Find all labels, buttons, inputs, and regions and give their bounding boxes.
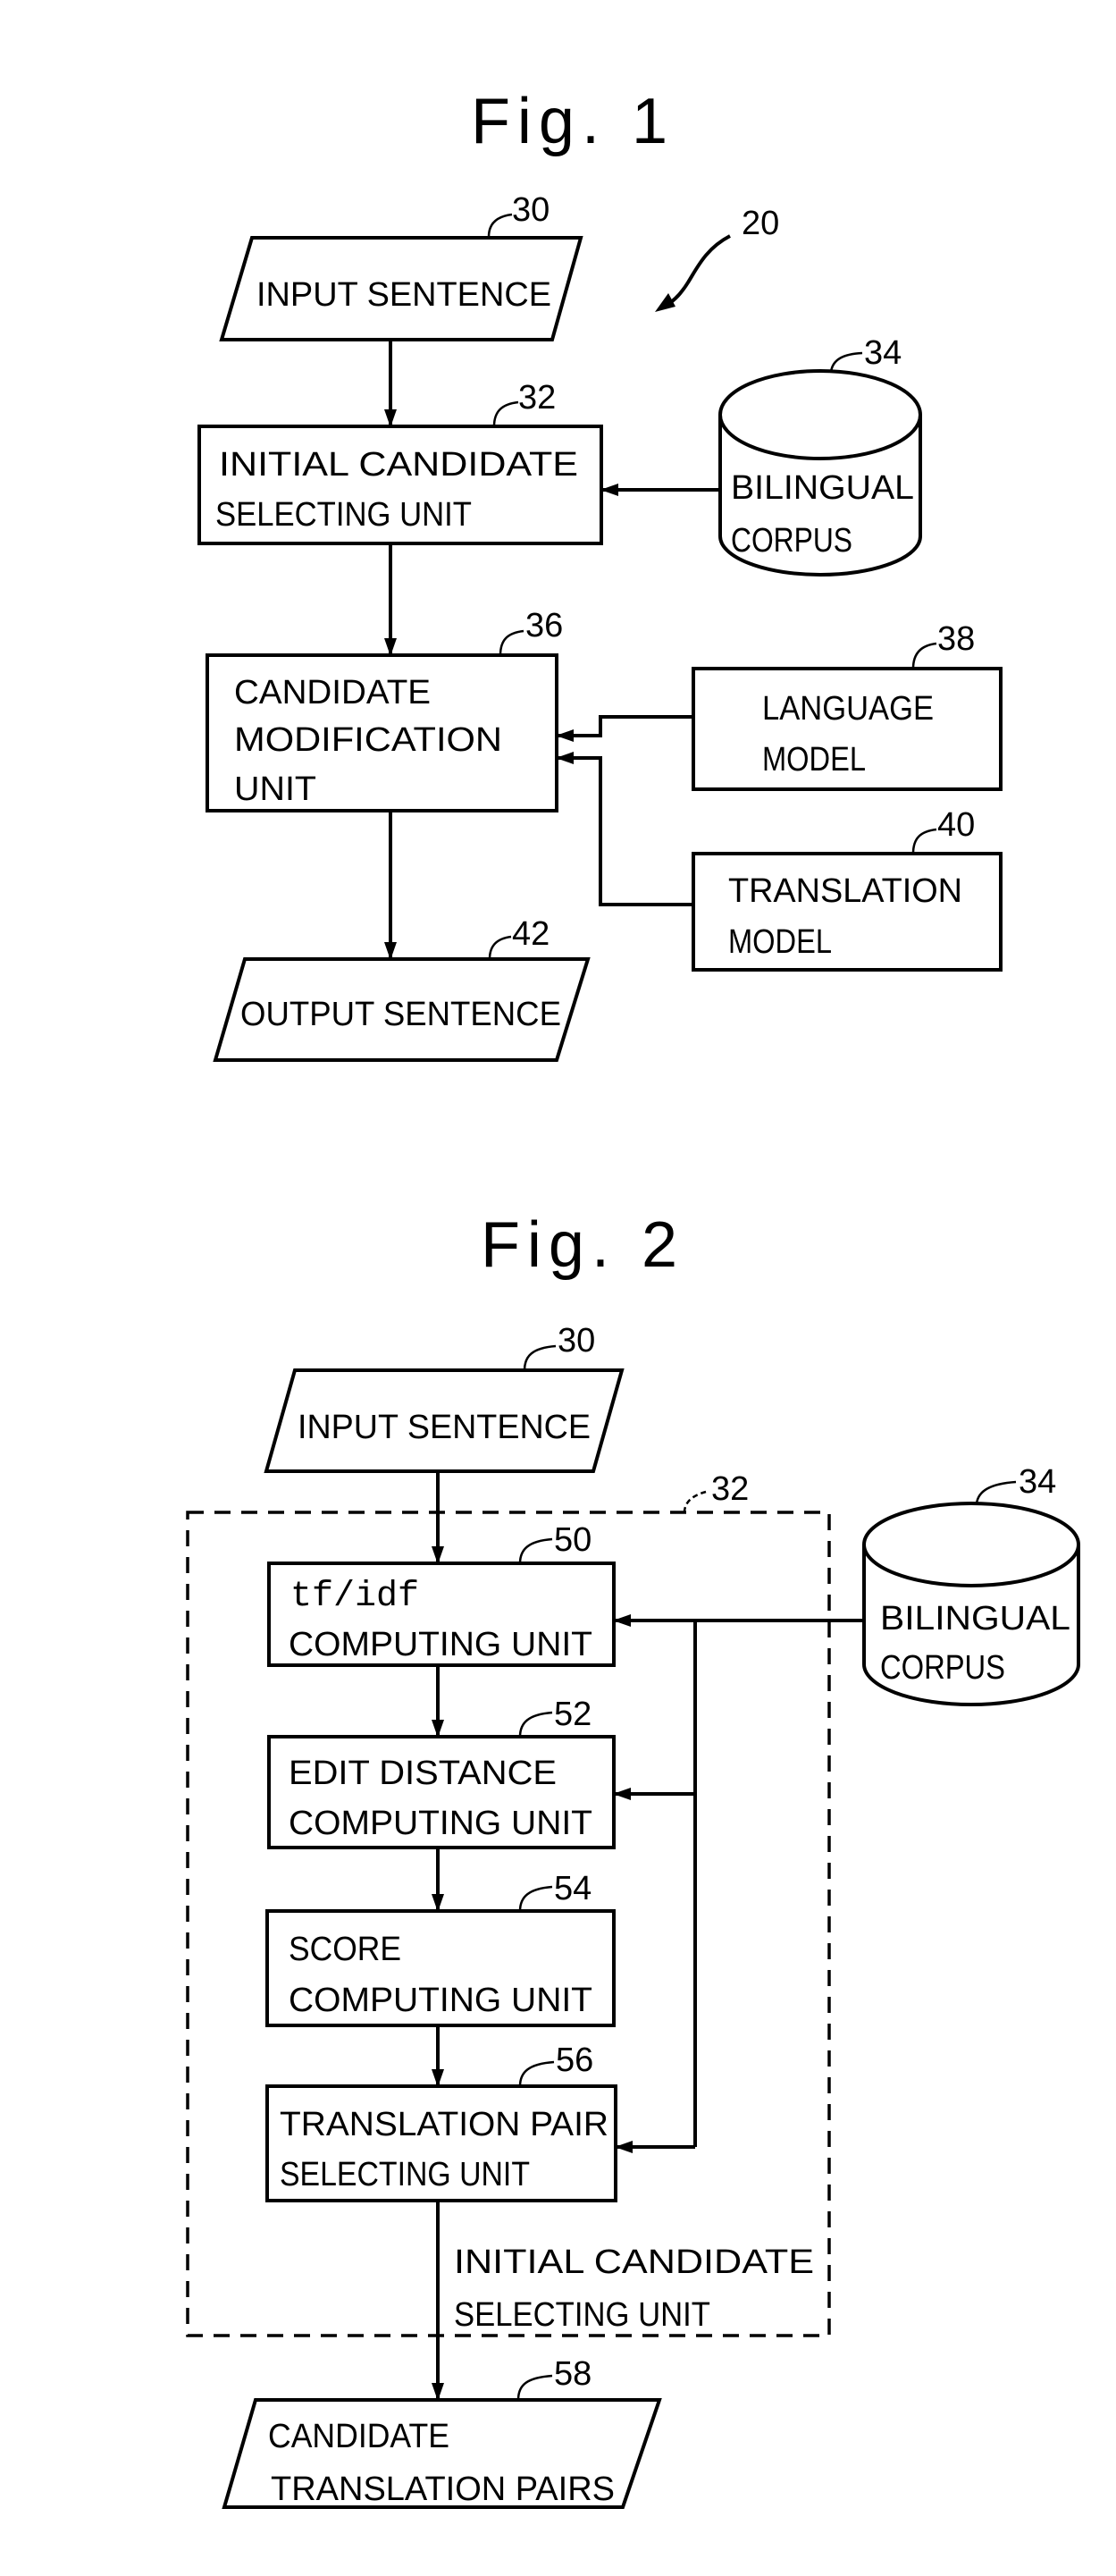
candidate-pairs-line-2: TRANSLATION PAIRS bbox=[271, 2471, 615, 2508]
ref-label-50: 50 bbox=[554, 1521, 592, 1559]
edit-distance-line-2: COMPUTING UNIT bbox=[289, 1805, 592, 1842]
figure-2-title: Fig. 2 bbox=[481, 1209, 684, 1281]
ref-label-56: 56 bbox=[556, 2041, 593, 2079]
ref-leader-40 bbox=[911, 828, 937, 854]
tfidf-computing-unit: tf/idf COMPUTING UNIT 50 bbox=[267, 1521, 616, 1667]
ref-label-32: 32 bbox=[518, 379, 556, 417]
ref-leader-54 bbox=[518, 1885, 553, 1912]
corpus-cylinder-top bbox=[718, 369, 922, 460]
modification-line-2: MODIFICATION bbox=[234, 721, 502, 759]
fig2-ref-leader-34 bbox=[975, 1480, 1017, 1504]
ref-leader-52 bbox=[518, 1711, 553, 1738]
fig2-input-label: INPUT SENTENCE bbox=[298, 1409, 591, 1446]
figure-2: Fig. 2 INPUT SENTENCE 30 32 INITIAL CAND… bbox=[186, 1209, 1080, 2509]
modification-line-3: UNIT bbox=[234, 770, 316, 808]
ref-label-36: 36 bbox=[525, 607, 563, 644]
translation-pair-selecting-unit: TRANSLATION PAIR SELECTING UNIT 56 bbox=[265, 2041, 617, 2202]
fig2-ref-leader-32 bbox=[683, 1489, 710, 1513]
edit-distance-computing-unit: EDIT DISTANCE COMPUTING UNIT 52 bbox=[267, 1696, 616, 1849]
group-label-line-1: INITIAL CANDIDATE bbox=[454, 2243, 814, 2281]
bilingual-corpus-database: BILINGUAL CORPUS 34 bbox=[718, 334, 922, 577]
language-model-line-1: LANGUAGE bbox=[762, 690, 934, 728]
arrow-language-model-to-modification bbox=[556, 715, 693, 742]
figure-1: Fig. 1 20 INPUT SENTENCE 30 INITIAL CAND… bbox=[197, 86, 1003, 1062]
ref-leader-36 bbox=[499, 629, 524, 656]
patent-drawing-sheet: Fig. 1 20 INPUT SENTENCE 30 INITIAL CAND… bbox=[186, 86, 1080, 2509]
ref-label-38: 38 bbox=[937, 620, 975, 658]
initial-candidate-selecting-unit: INITIAL CANDIDATE SELECTING UNIT 32 bbox=[197, 379, 603, 545]
modification-line-1: CANDIDATE bbox=[234, 674, 431, 711]
ref-leader-30 bbox=[487, 213, 513, 238]
arrow-translation-model-to-modification bbox=[556, 752, 693, 906]
language-model-line-2: MODEL bbox=[762, 741, 866, 779]
ref-label-30: 30 bbox=[512, 191, 550, 229]
fig2-ref-label-34: 34 bbox=[1019, 1463, 1056, 1501]
ref-leader-42 bbox=[488, 935, 512, 960]
system-ref-label: 20 bbox=[742, 205, 779, 242]
ref-leader-56 bbox=[518, 2060, 555, 2087]
fig2-corpus-line-1: BILINGUAL bbox=[880, 1600, 1070, 1637]
output-sentence-label: OUTPUT SENTENCE bbox=[240, 996, 561, 1033]
initial-candidate-line-2: SELECTING UNIT bbox=[215, 496, 472, 534]
group-label-line-2: SELECTING UNIT bbox=[454, 2296, 710, 2334]
fig2-bilingual-corpus-database: BILINGUAL CORPUS 34 bbox=[862, 1463, 1080, 1706]
ref-leader-34 bbox=[829, 351, 863, 373]
ref-leader-58 bbox=[516, 2374, 553, 2401]
ref-label-58: 58 bbox=[554, 2355, 592, 2393]
input-sentence-block: INPUT SENTENCE 30 bbox=[219, 191, 583, 341]
corpus-line-1: BILINGUAL bbox=[731, 469, 914, 507]
translation-pair-line-1: TRANSLATION PAIR bbox=[280, 2106, 608, 2143]
tfidf-line-2: COMPUTING UNIT bbox=[289, 1626, 592, 1663]
ref-label-34: 34 bbox=[864, 334, 902, 372]
score-computing-unit: SCORE COMPUTING UNIT 54 bbox=[265, 1870, 616, 2027]
ref-label-52: 52 bbox=[554, 1696, 592, 1733]
fig2-input-sentence-block: INPUT SENTENCE 30 bbox=[264, 1322, 625, 1473]
initial-candidate-line-1: INITIAL CANDIDATE bbox=[219, 446, 578, 484]
fig2-ref-leader-30 bbox=[523, 1344, 557, 1371]
figure-1-title: Fig. 1 bbox=[471, 86, 675, 157]
ref-label-40: 40 bbox=[937, 806, 975, 844]
system-ref-arrowhead bbox=[655, 293, 675, 312]
ref-label-54: 54 bbox=[554, 1870, 592, 1907]
translation-pair-line-2: SELECTING UNIT bbox=[280, 2156, 530, 2193]
fig2-ref-label-32: 32 bbox=[711, 1470, 749, 1508]
translation-model-line-2: MODEL bbox=[728, 923, 832, 961]
input-sentence-label: INPUT SENTENCE bbox=[256, 276, 551, 314]
candidate-translation-pairs-block: CANDIDATE TRANSLATION PAIRS 58 bbox=[222, 2355, 662, 2509]
fig2-corpus-cylinder-top bbox=[862, 1502, 1080, 1587]
edit-distance-line-1: EDIT DISTANCE bbox=[289, 1755, 557, 1792]
language-model: LANGUAGE MODEL 38 bbox=[692, 620, 1003, 791]
candidate-modification-unit: CANDIDATE MODIFICATION UNIT 36 bbox=[206, 607, 563, 812]
ref-leader-32 bbox=[492, 400, 519, 427]
system-ref-arrow bbox=[661, 234, 731, 309]
ref-leader-38 bbox=[911, 642, 937, 669]
translation-model-line-1: TRANSLATION bbox=[728, 872, 962, 910]
ref-label-42: 42 bbox=[512, 915, 550, 953]
candidate-pairs-line-1: CANDIDATE bbox=[268, 2418, 449, 2455]
fig2-ref-label-30: 30 bbox=[558, 1322, 595, 1360]
fig2-corpus-line-2: CORPUS bbox=[880, 1649, 1005, 1687]
score-line-1: SCORE bbox=[289, 1931, 401, 1968]
corpus-line-2: CORPUS bbox=[731, 522, 852, 560]
tfidf-line-1: tf/idf bbox=[290, 1577, 419, 1617]
ref-leader-50 bbox=[518, 1537, 553, 1564]
translation-model: TRANSLATION MODEL 40 bbox=[692, 806, 1003, 972]
score-line-2: COMPUTING UNIT bbox=[289, 1982, 592, 2019]
output-sentence-block: OUTPUT SENTENCE 42 bbox=[213, 915, 591, 1062]
